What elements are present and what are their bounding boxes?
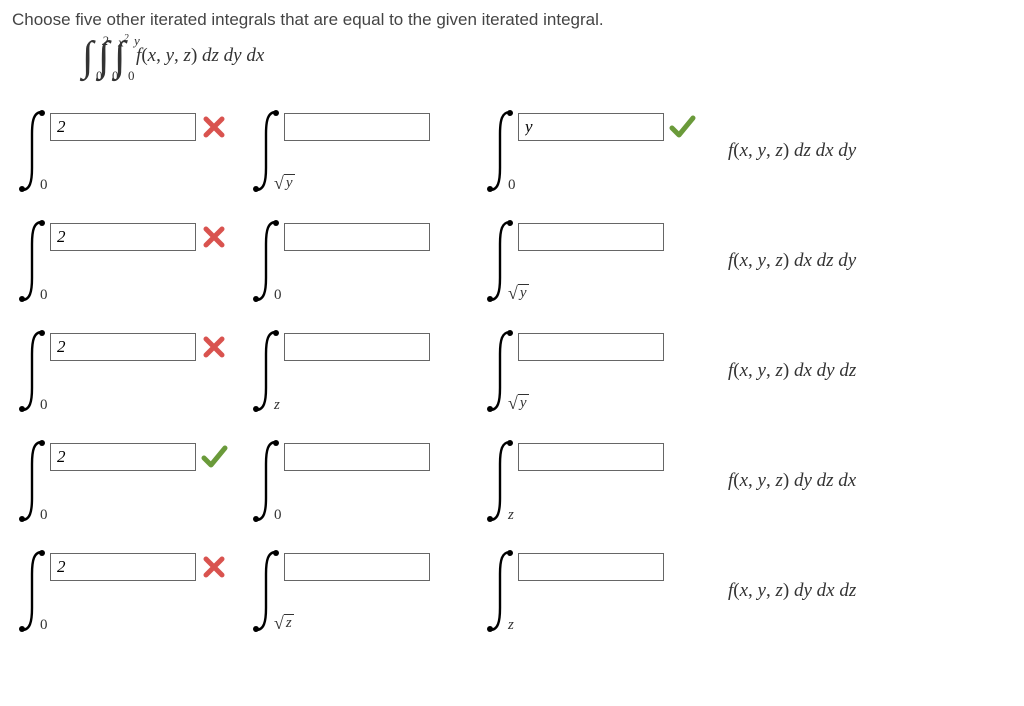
limit-upper-input[interactable] bbox=[50, 333, 196, 361]
integral-cell: 0 bbox=[246, 436, 430, 526]
limit-lower-label: 0 bbox=[40, 397, 48, 414]
limit-lower-label: 0 bbox=[40, 177, 48, 194]
integrand-text: f(x, y, z) dy dz dx bbox=[728, 470, 856, 492]
limit-upper-input[interactable] bbox=[50, 223, 196, 251]
integral-row: 0 z √y f(x, y, z) dx dy dz bbox=[12, 316, 1012, 426]
limit-lower-label: 0 bbox=[40, 287, 48, 304]
integral-cell: 0 bbox=[12, 326, 196, 416]
integrand-text: f(x, y, z) dx dz dy bbox=[728, 250, 856, 272]
integral-cell: 0 bbox=[12, 436, 196, 526]
integral-cell: 0 bbox=[12, 216, 196, 306]
check-icon bbox=[200, 443, 228, 471]
limit-lower-label: √y bbox=[508, 393, 529, 414]
check-icon bbox=[668, 113, 696, 141]
limit-lower-label: z bbox=[274, 397, 280, 414]
integral-cell: 0 bbox=[480, 106, 664, 196]
integral-cell: 0 bbox=[12, 106, 196, 196]
limit-upper-input[interactable] bbox=[284, 333, 430, 361]
limit-lower-label: √y bbox=[274, 173, 295, 194]
given-integral: ∫20 ∫x20 ∫y0 f(x, y, z) dz dy dx bbox=[82, 36, 1012, 78]
limit-upper-input[interactable] bbox=[518, 223, 664, 251]
limit-lower-label: √y bbox=[508, 283, 529, 304]
integral-sign-1: ∫20 bbox=[82, 36, 94, 78]
integral-row: 0 0 √y f(x, y, z) dx dz dy bbox=[12, 206, 1012, 316]
limit-upper-input[interactable] bbox=[518, 553, 664, 581]
integral-row: 0 0 z f(x, y, z) dy dz dx bbox=[12, 426, 1012, 536]
integral-sign-2: ∫x20 bbox=[98, 36, 110, 78]
limit-upper-input[interactable] bbox=[284, 443, 430, 471]
integrand-text: f(x, y, z) dx dy dz bbox=[728, 360, 856, 382]
x-icon bbox=[200, 223, 228, 251]
limit-lower-label: z bbox=[508, 507, 514, 524]
integral-sign-3: ∫y0 bbox=[114, 36, 126, 78]
limit-lower-label: √z bbox=[274, 613, 294, 634]
prompt-text: Choose five other iterated integrals tha… bbox=[12, 10, 1012, 30]
integral-row: 0 √z z f(x, y, z) dy dx dz bbox=[12, 536, 1012, 646]
integral-cell: √y bbox=[480, 326, 664, 416]
integral-cell: z bbox=[480, 546, 664, 636]
x-icon bbox=[200, 113, 228, 141]
integral-cell: √z bbox=[246, 546, 430, 636]
limit-lower-label: 0 bbox=[274, 287, 282, 304]
limit-upper-input[interactable] bbox=[518, 443, 664, 471]
limit-upper-input[interactable] bbox=[50, 553, 196, 581]
limit-upper-input[interactable] bbox=[284, 113, 430, 141]
integrand-text: f(x, y, z) dy dx dz bbox=[728, 580, 856, 602]
limit-lower-label: 0 bbox=[40, 617, 48, 634]
integral-cell: 0 bbox=[246, 216, 430, 306]
limit-upper-input[interactable] bbox=[518, 333, 664, 361]
integral-cell: z bbox=[480, 436, 664, 526]
limit-upper-input[interactable] bbox=[518, 113, 664, 141]
integral-row: 0 √y 0 f(x, y, z) dz dx dy bbox=[12, 96, 1012, 206]
limit-lower-label: 0 bbox=[40, 507, 48, 524]
limit-lower-label: 0 bbox=[508, 177, 516, 194]
x-icon bbox=[200, 553, 228, 581]
x-icon bbox=[200, 333, 228, 361]
integral-cell: √y bbox=[246, 106, 430, 196]
integral-cell: √y bbox=[480, 216, 664, 306]
limit-upper-input[interactable] bbox=[284, 223, 430, 251]
limit-lower-label: z bbox=[508, 617, 514, 634]
integral-cell: 0 bbox=[12, 546, 196, 636]
integral-cell: z bbox=[246, 326, 430, 416]
limit-lower-label: 0 bbox=[274, 507, 282, 524]
limit-upper-input[interactable] bbox=[50, 443, 196, 471]
limit-upper-input[interactable] bbox=[50, 113, 196, 141]
limit-upper-input[interactable] bbox=[284, 553, 430, 581]
integrand-text: f(x, y, z) dz dx dy bbox=[728, 140, 856, 162]
